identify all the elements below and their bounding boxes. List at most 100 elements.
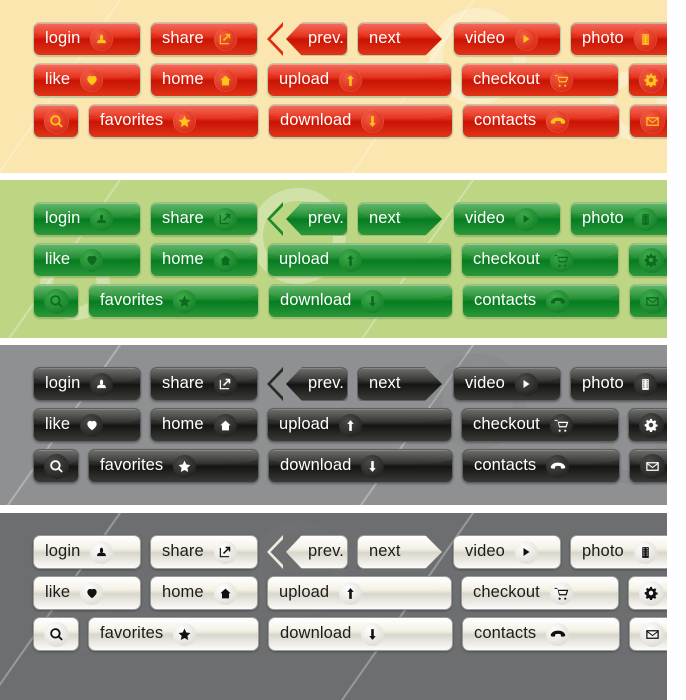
video-button[interactable]: video bbox=[453, 367, 561, 401]
favorites-button[interactable]: favorites bbox=[88, 104, 259, 138]
next-button[interactable]: next bbox=[357, 535, 442, 569]
like-button[interactable]: like bbox=[33, 63, 141, 97]
envelope-icon bbox=[639, 288, 665, 314]
contacts-button[interactable]: contacts bbox=[462, 284, 620, 318]
share-button[interactable]: share bbox=[150, 535, 258, 569]
login-button[interactable]: login bbox=[33, 367, 141, 401]
button-wrapper bbox=[628, 243, 667, 277]
photo-button[interactable]: photo bbox=[570, 22, 667, 56]
prev-button[interactable]: prev. bbox=[286, 202, 348, 236]
favorites-button[interactable]: favorites bbox=[88, 284, 259, 318]
favorites-button[interactable]: favorites bbox=[88, 617, 259, 651]
button-label: favorites bbox=[100, 455, 164, 474]
checkout-button[interactable]: checkout bbox=[461, 63, 619, 97]
checkout-button[interactable]: checkout bbox=[461, 576, 619, 610]
download-button[interactable]: download bbox=[268, 617, 453, 651]
login-button[interactable]: login bbox=[33, 22, 141, 56]
chevron-left-icon bbox=[267, 367, 283, 401]
home-button[interactable]: home bbox=[150, 243, 258, 277]
prev-button[interactable]: prev. bbox=[286, 22, 348, 56]
gear-button[interactable] bbox=[628, 408, 667, 442]
prev-button[interactable]: prev. bbox=[286, 535, 348, 569]
like-button[interactable]: like bbox=[33, 243, 141, 277]
search-button[interactable] bbox=[33, 617, 79, 651]
arrow-up-icon bbox=[339, 581, 363, 605]
contacts-button[interactable]: contacts bbox=[462, 104, 620, 138]
upload-button[interactable]: upload bbox=[267, 63, 452, 97]
home-button[interactable]: home bbox=[150, 408, 258, 442]
button-label: prev. bbox=[308, 208, 344, 227]
button-label: video bbox=[465, 28, 505, 47]
share-button[interactable]: share bbox=[150, 367, 258, 401]
video-button[interactable]: video bbox=[453, 22, 561, 56]
button-label: next bbox=[369, 541, 401, 560]
play-icon bbox=[514, 27, 538, 51]
download-button[interactable]: download bbox=[268, 284, 453, 318]
login-button[interactable]: login bbox=[33, 202, 141, 236]
photo-button[interactable]: photo bbox=[570, 535, 667, 569]
arrow-down-icon bbox=[361, 289, 385, 313]
search-button[interactable] bbox=[33, 104, 79, 138]
favorites-button[interactable]: favorites bbox=[88, 449, 259, 483]
video-button[interactable]: video bbox=[453, 535, 561, 569]
button-label: upload bbox=[279, 582, 330, 601]
button-wrapper: home bbox=[150, 576, 258, 610]
envelope-button[interactable] bbox=[629, 449, 667, 483]
photo-button[interactable]: photo bbox=[570, 367, 667, 401]
photo-button[interactable]: photo bbox=[570, 202, 667, 236]
button-label: video bbox=[465, 208, 505, 227]
envelope-button[interactable] bbox=[629, 617, 667, 651]
download-button[interactable]: download bbox=[268, 104, 453, 138]
share-button[interactable]: share bbox=[150, 202, 258, 236]
next-button[interactable]: next bbox=[357, 22, 442, 56]
envelope-button[interactable] bbox=[629, 104, 667, 138]
button-wrapper bbox=[629, 449, 667, 483]
checkout-button[interactable]: checkout bbox=[461, 243, 619, 277]
home-button[interactable]: home bbox=[150, 576, 258, 610]
search-button[interactable] bbox=[33, 449, 79, 483]
gear-button[interactable] bbox=[628, 63, 667, 97]
heart-icon bbox=[80, 68, 104, 92]
like-button[interactable]: like bbox=[33, 576, 141, 610]
next-button[interactable]: next bbox=[357, 367, 442, 401]
button-wrapper: contacts bbox=[462, 104, 620, 138]
arrow-down-icon bbox=[361, 622, 385, 646]
next-button[interactable]: next bbox=[357, 202, 442, 236]
search-button[interactable] bbox=[33, 284, 79, 318]
button-wrapper: download bbox=[268, 617, 453, 651]
button-wrapper: favorites bbox=[88, 284, 259, 318]
button-label: contacts bbox=[474, 110, 537, 129]
button-wrapper: video bbox=[453, 367, 561, 401]
panel-red-theme: login share prev. next video photo like home upl… bbox=[0, 0, 667, 173]
star-icon bbox=[173, 622, 197, 646]
button-wrapper: home bbox=[150, 243, 258, 277]
panel-green-theme: login share prev. next video photo like home upl… bbox=[0, 180, 667, 338]
button-wrapper: like bbox=[33, 63, 141, 97]
gear-button[interactable] bbox=[628, 576, 667, 610]
gear-button[interactable] bbox=[628, 243, 667, 277]
upload-button[interactable]: upload bbox=[267, 243, 452, 277]
download-button[interactable]: download bbox=[268, 449, 453, 483]
button-label: share bbox=[162, 373, 204, 392]
button-wrapper: prev. bbox=[267, 202, 348, 236]
upload-button[interactable]: upload bbox=[267, 576, 452, 610]
home-button[interactable]: home bbox=[150, 63, 258, 97]
video-button[interactable]: video bbox=[453, 202, 561, 236]
button-wrapper bbox=[33, 617, 79, 651]
envelope-button[interactable] bbox=[629, 284, 667, 318]
button-label: prev. bbox=[308, 541, 344, 560]
prev-button[interactable]: prev. bbox=[286, 367, 348, 401]
contacts-button[interactable]: contacts bbox=[462, 617, 620, 651]
upload-button[interactable]: upload bbox=[267, 408, 452, 442]
button-label: login bbox=[45, 541, 81, 560]
contacts-button[interactable]: contacts bbox=[462, 449, 620, 483]
share-arrow-icon bbox=[213, 372, 237, 396]
button-wrapper: checkout bbox=[461, 408, 619, 442]
like-button[interactable]: like bbox=[33, 408, 141, 442]
button-label: checkout bbox=[473, 582, 540, 601]
film-strip-icon bbox=[633, 27, 657, 51]
login-button[interactable]: login bbox=[33, 535, 141, 569]
share-arrow-icon bbox=[213, 27, 237, 51]
share-button[interactable]: share bbox=[150, 22, 258, 56]
checkout-button[interactable]: checkout bbox=[461, 408, 619, 442]
